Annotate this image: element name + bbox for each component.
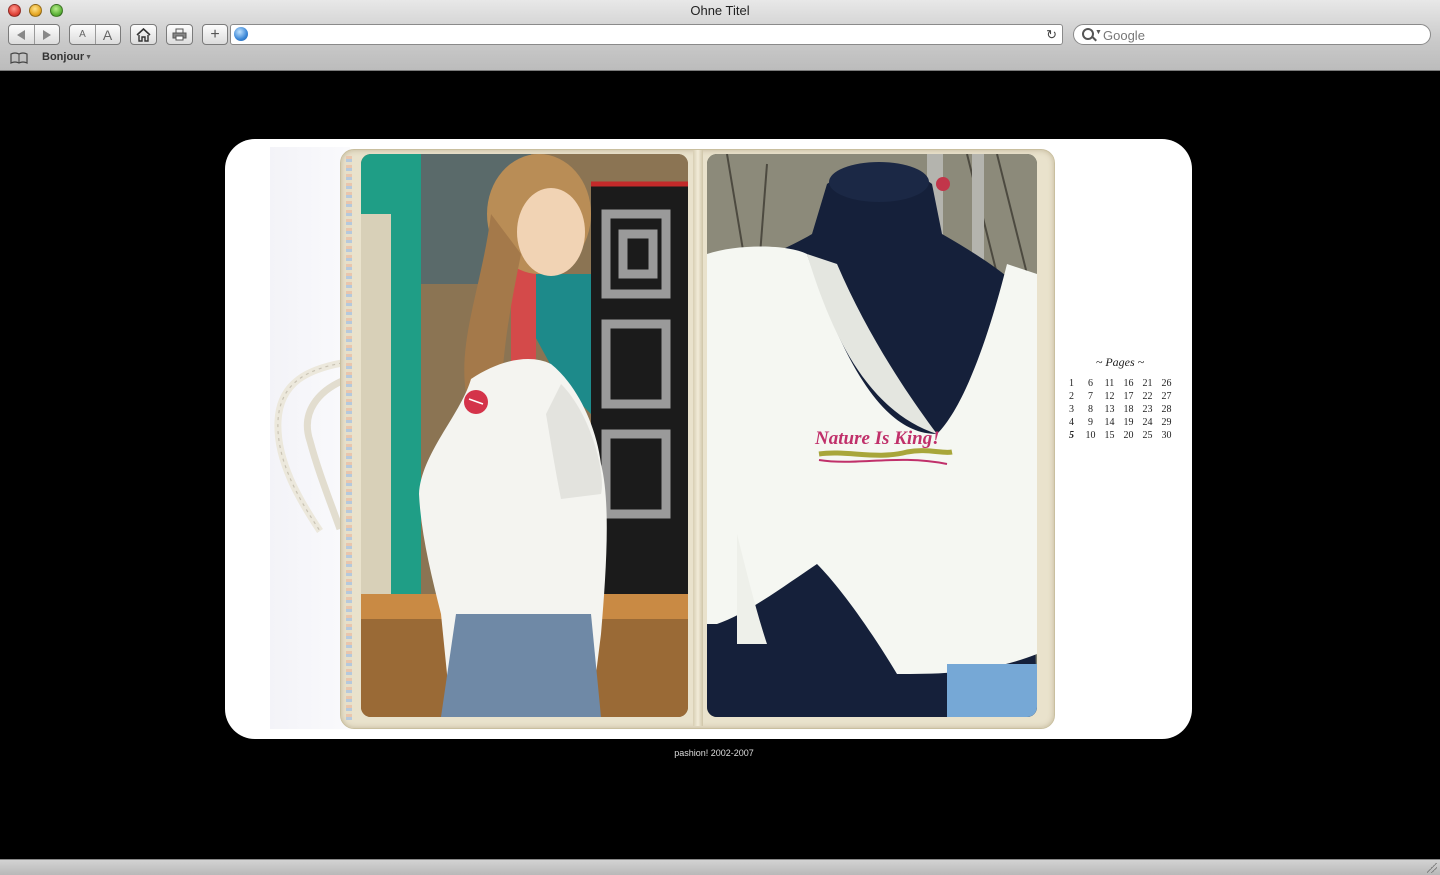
page-link-5[interactable]: 5 — [1062, 430, 1081, 442]
photo-mannequin-back-view[interactable]: Nature Is King! — [707, 154, 1037, 717]
page-link-1[interactable]: 1 — [1062, 378, 1081, 390]
globe-icon — [234, 27, 248, 41]
page-link-21[interactable]: 21 — [1138, 378, 1157, 390]
status-bar — [0, 859, 1440, 875]
page-link-25[interactable]: 25 — [1138, 430, 1157, 442]
forward-button[interactable] — [34, 25, 59, 44]
page-link-8[interactable]: 8 — [1081, 404, 1100, 416]
bookmarks-book-icon[interactable] — [10, 52, 28, 64]
printer-icon — [172, 28, 187, 41]
pages-heading: ~ Pages ~ — [1095, 355, 1145, 369]
add-bookmark-button[interactable]: + — [202, 24, 228, 45]
page-link-14[interactable]: 14 — [1100, 417, 1119, 429]
bookmark-folder-bonjour[interactable]: Bonjour▼ — [42, 51, 92, 63]
page-link-18[interactable]: 18 — [1119, 404, 1138, 416]
page-link-13[interactable]: 13 — [1100, 404, 1119, 416]
page-link-10[interactable]: 10 — [1081, 430, 1100, 442]
search-input[interactable] — [1101, 26, 1425, 45]
page-link-23[interactable]: 23 — [1138, 404, 1157, 416]
search-field[interactable]: ▼ — [1073, 24, 1431, 45]
nature-is-king-print: Nature Is King! — [814, 428, 940, 449]
page-link-3[interactable]: 3 — [1062, 404, 1081, 416]
larger-text-button[interactable]: A — [95, 25, 120, 44]
page-link-22[interactable]: 22 — [1138, 391, 1157, 403]
page-link-24[interactable]: 24 — [1138, 417, 1157, 429]
page-link-19[interactable]: 19 — [1119, 417, 1138, 429]
home-button[interactable] — [130, 24, 157, 45]
page-link-26[interactable]: 26 — [1157, 378, 1176, 390]
page-link-28[interactable]: 28 — [1157, 404, 1176, 416]
pages-index: ~ Pages ~ 1 6 11 16 21 26 2 7 12 17 22 27 3 8 13 18 23 28… — [1062, 355, 1178, 442]
page-link-9[interactable]: 9 — [1081, 417, 1100, 429]
page-link-6[interactable]: 6 — [1081, 378, 1100, 390]
pages-grid: 1 6 11 16 21 26 2 7 12 17 22 27 3 8 13 18 23 28 4 9 14 19 24 29… — [1062, 378, 1178, 442]
address-bar[interactable]: ↻ — [230, 24, 1063, 45]
bookmark-folder-label: Bonjour — [42, 51, 85, 63]
resize-grip-icon[interactable] — [1427, 863, 1437, 873]
window-title: Ohne Titel — [690, 3, 750, 18]
url-input[interactable] — [253, 26, 1037, 45]
print-button[interactable] — [166, 24, 193, 45]
back-forward-group — [8, 24, 60, 45]
footer-copyright: pashion! 2002-2007 — [674, 748, 754, 758]
rope-loop-image — [274, 359, 344, 533]
page-link-27[interactable]: 27 — [1157, 391, 1176, 403]
page-link-29[interactable]: 29 — [1157, 417, 1176, 429]
search-icon — [1082, 28, 1094, 40]
photo-card: Nature Is King! — [225, 139, 1192, 739]
chevron-down-icon: ▼ — [85, 54, 93, 61]
page-link-30[interactable]: 30 — [1157, 430, 1176, 442]
text-size-group: A A — [69, 24, 121, 45]
photo-model-side-view[interactable] — [361, 154, 688, 717]
mannequin-photo-illustration: Nature Is King! — [707, 154, 1037, 717]
reload-icon[interactable]: ↻ — [1046, 27, 1057, 43]
home-icon — [136, 27, 151, 42]
page-link-20[interactable]: 20 — [1119, 430, 1138, 442]
model-photo-illustration — [361, 154, 688, 717]
back-button[interactable] — [9, 25, 35, 44]
page-link-11[interactable]: 11 — [1100, 378, 1119, 390]
page-link-16[interactable]: 16 — [1119, 378, 1138, 390]
page-link-2[interactable]: 2 — [1062, 391, 1081, 403]
page-link-12[interactable]: 12 — [1100, 391, 1119, 403]
browser-toolbar: Ohne Titel A A + ↻ ▼ Google Bonjour▼ — [0, 0, 1440, 71]
page-link-4[interactable]: 4 — [1062, 417, 1081, 429]
scrapbook: Nature Is King! — [340, 149, 1055, 729]
forward-arrow-icon — [43, 29, 51, 40]
page-link-15[interactable]: 15 — [1100, 430, 1119, 442]
page-edges — [346, 156, 352, 720]
back-arrow-icon — [17, 29, 25, 40]
page-link-7[interactable]: 7 — [1081, 391, 1100, 403]
page-link-17[interactable]: 17 — [1119, 391, 1138, 403]
book-spine — [693, 150, 703, 726]
smaller-text-button[interactable]: A — [70, 25, 96, 44]
